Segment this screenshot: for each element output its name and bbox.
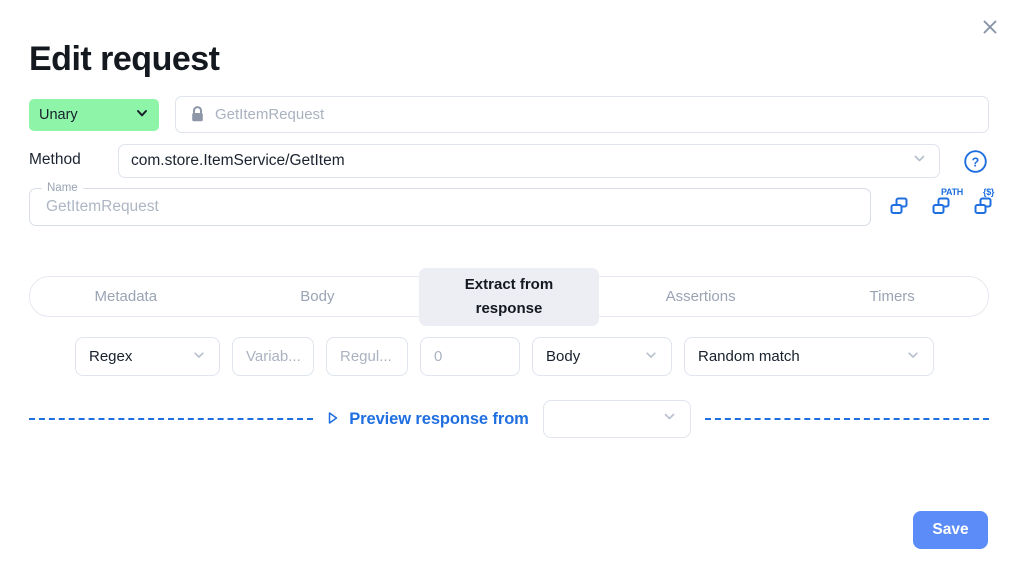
copy-variable-superscript: {$} (983, 187, 995, 197)
preview-response-label: Preview response from (349, 409, 529, 428)
tab-extract-from-response[interactable]: Extract from response (413, 267, 605, 327)
extract-expression-input[interactable]: Regul... (326, 337, 408, 376)
tab-assertions-label: Assertions (665, 287, 736, 305)
extract-match-number-placeholder: 0 (434, 348, 443, 365)
extract-strategy-value: Random match (698, 348, 800, 365)
extract-variable-placeholder: Variab... (246, 348, 301, 365)
copy-button[interactable] (888, 190, 914, 220)
divider-left (29, 418, 314, 420)
extract-match-number-input[interactable]: 0 (420, 337, 520, 376)
extract-type-select[interactable]: Regex (75, 337, 220, 376)
chevron-down-icon (906, 348, 920, 366)
tab-body-label: Body (300, 287, 335, 305)
chevron-down-icon (662, 409, 677, 429)
extract-expression-placeholder: Regul... (340, 348, 392, 365)
copy-variable-icon (972, 194, 995, 220)
save-button[interactable]: Save (913, 511, 988, 549)
request-target-value: GetItemRequest (215, 106, 325, 123)
request-target-field[interactable]: GetItemRequest (175, 96, 989, 133)
chevron-down-icon (192, 348, 206, 366)
copy-variable-button[interactable]: {$} (972, 187, 998, 220)
extract-controls-row: Regex Variab... Regul... 0 Body Random m… (75, 337, 934, 376)
tab-extract-from-response-label: Extract from response (419, 267, 599, 326)
tab-metadata[interactable]: Metadata (30, 279, 222, 315)
request-type-row: Unary (29, 99, 159, 131)
chevron-down-icon (912, 151, 927, 171)
tab-bar: Metadata Body Extract from response Asse… (29, 267, 989, 326)
method-label: Method (29, 151, 81, 168)
lock-icon (190, 106, 205, 123)
method-value: com.store.ItemService/GetItem (131, 152, 345, 169)
tab-timers[interactable]: Timers (796, 279, 988, 315)
extract-strategy-select[interactable]: Random match (684, 337, 934, 376)
page-title: Edit request (29, 40, 220, 78)
preview-response-toggle[interactable]: Preview response from (327, 409, 529, 429)
copy-icon (888, 194, 911, 220)
copy-path-icon (930, 194, 953, 220)
extract-scope-select[interactable]: Body (532, 337, 672, 376)
extract-type-value: Regex (89, 348, 133, 365)
extract-variable-input[interactable]: Variab... (232, 337, 314, 376)
tab-timers-label: Timers (869, 287, 915, 305)
request-type-select[interactable]: Unary (29, 99, 159, 131)
copy-path-superscript: PATH (941, 187, 963, 197)
divider-right (704, 418, 990, 420)
name-field[interactable]: Name GetItemRequest (29, 181, 871, 226)
chevron-down-icon (135, 106, 149, 124)
help-circle-icon[interactable]: ? (963, 149, 988, 174)
method-select[interactable]: com.store.ItemService/GetItem (118, 144, 940, 178)
name-field-value: GetItemRequest (46, 198, 159, 215)
preview-source-select[interactable] (542, 400, 691, 438)
name-field-label: Name (42, 181, 83, 195)
close-icon (982, 19, 998, 35)
close-dialog-button[interactable] (977, 14, 1003, 40)
preview-response-row: Preview response from (29, 398, 990, 440)
chevron-down-icon (644, 348, 658, 366)
copy-path-button[interactable]: PATH (930, 188, 963, 220)
tab-body[interactable]: Body (222, 279, 414, 315)
svg-text:?: ? (972, 155, 980, 169)
name-action-icons: PATH {$} (888, 187, 998, 220)
extract-scope-value: Body (546, 348, 581, 365)
tab-assertions[interactable]: Assertions (605, 279, 797, 315)
tab-metadata-label: Metadata (94, 287, 158, 305)
play-triangle-icon (327, 411, 339, 428)
request-type-value: Unary (39, 107, 78, 123)
